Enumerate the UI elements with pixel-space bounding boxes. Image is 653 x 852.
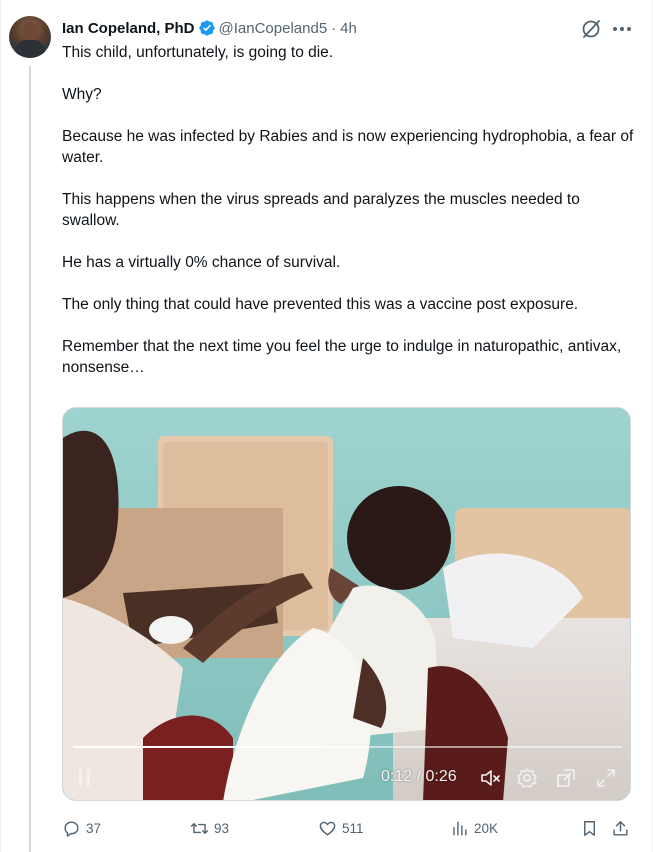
video-controls: 0:13 0:12 / 0:26 [63,764,630,792]
views-button[interactable]: 20K [450,816,498,840]
author-name[interactable]: Ian Copeland, PhD [62,20,195,37]
pause-bar [87,769,90,786]
analytics-icon [453,820,467,836]
verified-badge-icon [198,20,215,36]
fullscreen-exit-icon[interactable] [555,767,577,789]
tweet-paragraph: This happens when the virus spreads and … [62,191,580,229]
tweet-paragraph: Because he was infected by Rabies and is… [62,128,634,166]
author-handle[interactable]: @IanCopeland5 [219,20,328,37]
share-button[interactable] [611,816,630,840]
tweet-container: Ian Copeland, PhD @IanCopeland5 · 4h Thi… [0,0,653,852]
tweet-paragraph: Remember that the next time you feel the… [62,338,622,376]
avatar[interactable] [9,16,51,58]
tweet-timestamp[interactable]: 4h [340,20,357,37]
share-icon [613,820,628,836]
video-player[interactable]: 0:13 0:12 / 0:26 [62,407,631,801]
reply-button[interactable]: 37 [62,816,101,840]
tweet-actions: 37 93 511 20K [62,816,638,840]
tweet-paragraph: This child, unfortunately, is going to d… [62,44,334,61]
settings-icon[interactable] [516,767,538,789]
video-progress-track[interactable] [73,746,622,748]
mute-icon[interactable] [479,767,501,789]
avatar-face [22,22,38,40]
reply-icon [64,820,79,837]
tweet-paragraph: He has a virtually 0% chance of survival… [62,254,341,271]
repost-button[interactable]: 93 [190,816,229,840]
more-options-icon[interactable] [609,17,635,41]
thread-line [29,66,31,852]
video-frame [63,408,630,800]
bookmark-button[interactable] [580,816,599,840]
like-button[interactable]: 511 [318,816,364,840]
expand-icon[interactable] [595,767,617,789]
repost-count: 93 [214,820,230,836]
view-count: 20K [474,820,499,836]
repost-icon [190,822,209,834]
pause-icon[interactable]: 0:13 [77,766,124,790]
bookmark-icon [584,820,595,836]
grok-icon[interactable] [579,17,603,41]
reply-count: 37 [86,820,102,836]
avatar-body [15,40,45,58]
tweet-text: This child, unfortunately, is going to d… [62,42,637,378]
tweet-header: Ian Copeland, PhD @IanCopeland5 · 4h [62,17,357,39]
header-separator: · [331,19,337,37]
video-time-readout: 0:12 / 0:26 [381,768,457,785]
elapsed-inline: 0:13 [97,771,125,787]
pause-bar [79,769,82,786]
heart-icon [319,821,336,836]
video-progress-fill [73,746,326,748]
tweet-paragraph: Why? [62,86,102,103]
like-count: 511 [342,820,364,836]
tweet-paragraph: The only thing that could have prevented… [62,296,579,313]
